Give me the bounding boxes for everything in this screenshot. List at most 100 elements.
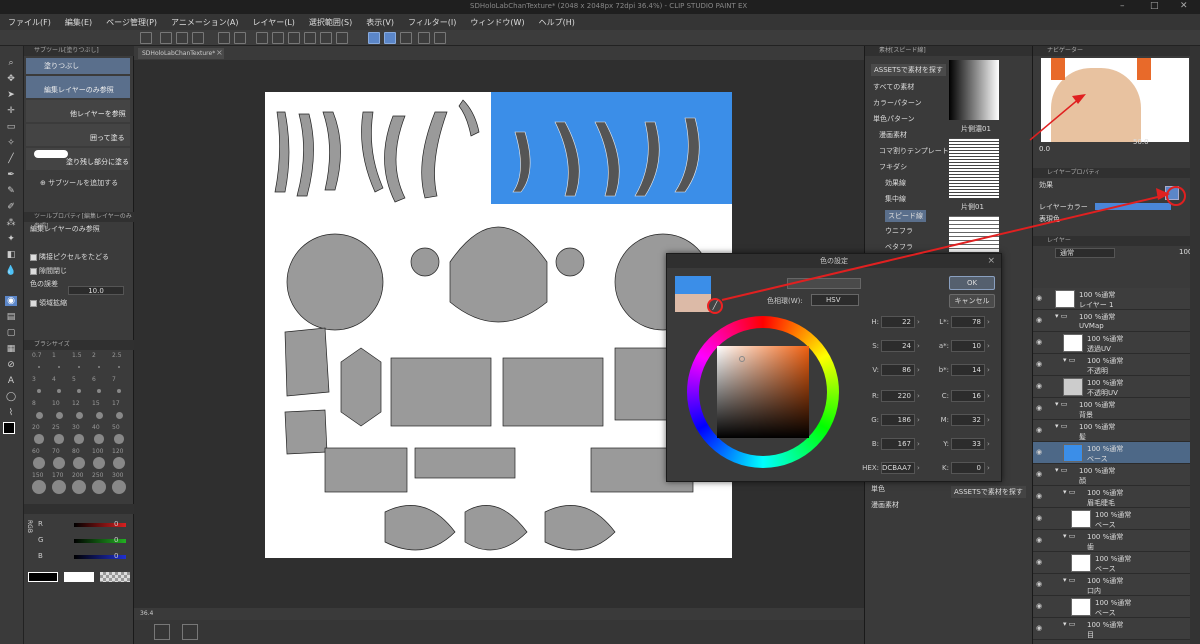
correct-line-tool-icon[interactable]: ⌇ — [5, 408, 17, 418]
select-all-icon[interactable] — [320, 32, 332, 44]
chevron-right-icon[interactable]: › — [987, 440, 990, 448]
material-thumb-3[interactable] — [949, 216, 999, 252]
color-field-input[interactable]: 14 — [951, 364, 985, 376]
color-mode-tabs[interactable] — [787, 278, 861, 289]
menu-view[interactable]: 表示(V) — [366, 17, 394, 28]
layer-row[interactable]: ◉ ▾ ▭ 100 %通常 口内 — [1033, 574, 1193, 596]
frame-tool-icon[interactable]: ▦ — [5, 344, 17, 354]
snap-grid-icon[interactable] — [400, 32, 412, 44]
ruler-tool-icon[interactable]: ⊘ — [5, 360, 17, 370]
text-tool-icon[interactable]: A — [5, 376, 17, 386]
color-field-input[interactable]: 167 — [881, 438, 915, 450]
pen-tool-icon[interactable]: ✒ — [5, 170, 17, 180]
selection-tool-icon[interactable]: ▭ — [5, 122, 17, 132]
assets-bottom-button[interactable]: ASSETSで素材を探す — [951, 486, 1026, 498]
material-thumb-1[interactable] — [949, 60, 999, 120]
eyedropper-tool-icon[interactable]: ╱ — [5, 154, 17, 164]
folder-icon[interactable]: ▾ ▭ — [1063, 356, 1075, 364]
airbrush-tool-icon[interactable]: ⁂ — [5, 218, 17, 228]
close-tab-icon[interactable]: × — [216, 48, 223, 57]
figure-tool-icon[interactable]: ▢ — [5, 328, 17, 338]
brush-size-preset[interactable] — [93, 457, 105, 469]
brush-size-preset[interactable] — [115, 411, 123, 419]
subtool-edit-layer-only[interactable]: 編集レイヤーのみ参照 — [26, 76, 130, 98]
subtool-refer-other[interactable]: 他レイヤーを参照 — [26, 100, 130, 122]
layer-row[interactable]: ◉ 100 %通常 レイヤー 1 — [1033, 288, 1193, 310]
brush-size-preset[interactable] — [54, 434, 64, 444]
area-scaling-checkbox[interactable] — [30, 299, 37, 307]
visibility-eye-icon[interactable]: ◉ — [1036, 514, 1042, 522]
brush-size-preset[interactable] — [38, 366, 40, 368]
layer-row[interactable]: ◉ ▾ ▭ 100 %通常 UVMap — [1033, 310, 1193, 332]
folder-icon[interactable]: ▾ ▭ — [1055, 422, 1067, 430]
document-tab[interactable]: SDHoloLabChanTexture* — [138, 48, 224, 59]
menu-window[interactable]: ウィンドウ(W) — [470, 17, 524, 28]
canvas-paper[interactable] — [265, 92, 732, 558]
brush-size-preset[interactable] — [95, 411, 103, 419]
chevron-right-icon[interactable]: › — [987, 464, 990, 472]
deselect-icon[interactable] — [256, 32, 268, 44]
chevron-right-icon[interactable]: › — [917, 342, 920, 350]
menu-page[interactable]: ページ管理(P) — [106, 17, 157, 28]
zoom-readout[interactable]: 36.4 — [140, 610, 153, 617]
main-color-swatch[interactable] — [3, 422, 15, 434]
visibility-eye-icon[interactable]: ◉ — [1036, 558, 1042, 566]
material-tree-item[interactable]: 効果線 — [885, 178, 906, 188]
companion-icon[interactable] — [434, 32, 446, 44]
folder-icon[interactable]: ▾ ▭ — [1063, 488, 1075, 496]
layer-row[interactable]: ◉ 100 %通常 ベース — [1033, 442, 1193, 464]
brush-size-preset[interactable] — [32, 480, 46, 494]
eraser-tool-icon[interactable]: ◧ — [5, 250, 17, 260]
color-field-input[interactable]: 10 — [951, 340, 985, 352]
material-tree-item[interactable]: ベタフラ — [885, 242, 913, 252]
redo-icon[interactable] — [234, 32, 246, 44]
brush-size-preset[interactable] — [98, 366, 100, 368]
gap-close-checkbox[interactable] — [30, 267, 37, 275]
blend-tool-icon[interactable]: 💧 — [5, 266, 17, 276]
material-tree-item[interactable]: 集中線 — [885, 194, 906, 204]
menu-selection[interactable]: 選択範囲(S) — [309, 17, 352, 28]
layer-row[interactable]: ◉ 100 %通常 ベース — [1033, 552, 1193, 574]
color-field-input[interactable]: 22 — [881, 316, 915, 328]
brush-size-preset[interactable] — [36, 388, 42, 394]
swatch-transparent[interactable] — [100, 572, 130, 582]
canvas-panel-icon[interactable] — [182, 624, 198, 640]
snap-special-ruler-icon[interactable] — [384, 32, 396, 44]
layer-row[interactable]: ◉ 100 %通常 ベース — [1033, 508, 1193, 530]
material-tree-item[interactable]: スピード線 — [885, 210, 926, 222]
color-field-input[interactable]: 24 — [881, 340, 915, 352]
folder-icon[interactable]: ▾ ▭ — [1055, 400, 1067, 408]
cancel-button[interactable]: キャンセル — [949, 294, 995, 308]
material-single-color[interactable]: 単色 — [871, 484, 885, 494]
brush-size-preset[interactable] — [53, 457, 65, 469]
color-field-input[interactable]: 16 — [951, 390, 985, 402]
layer-row[interactable]: ◉ ▾ ▭ 100 %通常歯 — [1033, 530, 1193, 552]
brush-size-preset[interactable] — [35, 411, 43, 419]
material-tree-item[interactable]: 漫画素材 — [879, 130, 907, 140]
brush-size-preset[interactable] — [33, 457, 45, 469]
layer-row[interactable]: ◉ ▾ ▭ 100 %通常 眉毛睫毛 — [1033, 486, 1193, 508]
zoom-tool-icon[interactable]: ⌕ — [5, 58, 17, 68]
undo-icon[interactable] — [218, 32, 230, 44]
folder-icon[interactable]: ▾ ▭ — [1063, 576, 1075, 584]
layer-row[interactable]: ◉ ▾ ▭ 100 %通常 不透明 — [1033, 354, 1193, 376]
navigator-angle[interactable]: 0.0 — [1039, 145, 1050, 153]
tolerance-field[interactable]: 10.0 — [68, 286, 124, 295]
visibility-eye-icon[interactable]: ◉ — [1036, 448, 1042, 456]
material-tree-item[interactable]: カラーパターン — [873, 98, 922, 108]
layer-row[interactable]: ◉ 100 %通常 ベース — [1033, 596, 1193, 618]
adjacent-checkbox[interactable] — [30, 253, 37, 261]
save-icon[interactable] — [192, 32, 204, 44]
material-tree-item[interactable]: コマ割りテンプレート — [879, 146, 949, 156]
folder-icon[interactable]: ▾ ▭ — [1063, 532, 1075, 540]
brush-tool-icon[interactable]: ✐ — [5, 202, 17, 212]
chevron-right-icon[interactable]: › — [917, 440, 920, 448]
color-picker-cursor[interactable] — [739, 356, 745, 362]
brush-size-preset[interactable] — [73, 457, 85, 469]
material-tree-item[interactable]: 単色パターン — [873, 114, 915, 124]
folder-icon[interactable]: ▾ ▭ — [1063, 620, 1075, 628]
chevron-right-icon[interactable]: › — [987, 366, 990, 374]
new-icon[interactable] — [160, 32, 172, 44]
pencil-tool-icon[interactable]: ✎ — [5, 186, 17, 196]
eyedropper-icon[interactable]: ╱ — [707, 298, 723, 314]
